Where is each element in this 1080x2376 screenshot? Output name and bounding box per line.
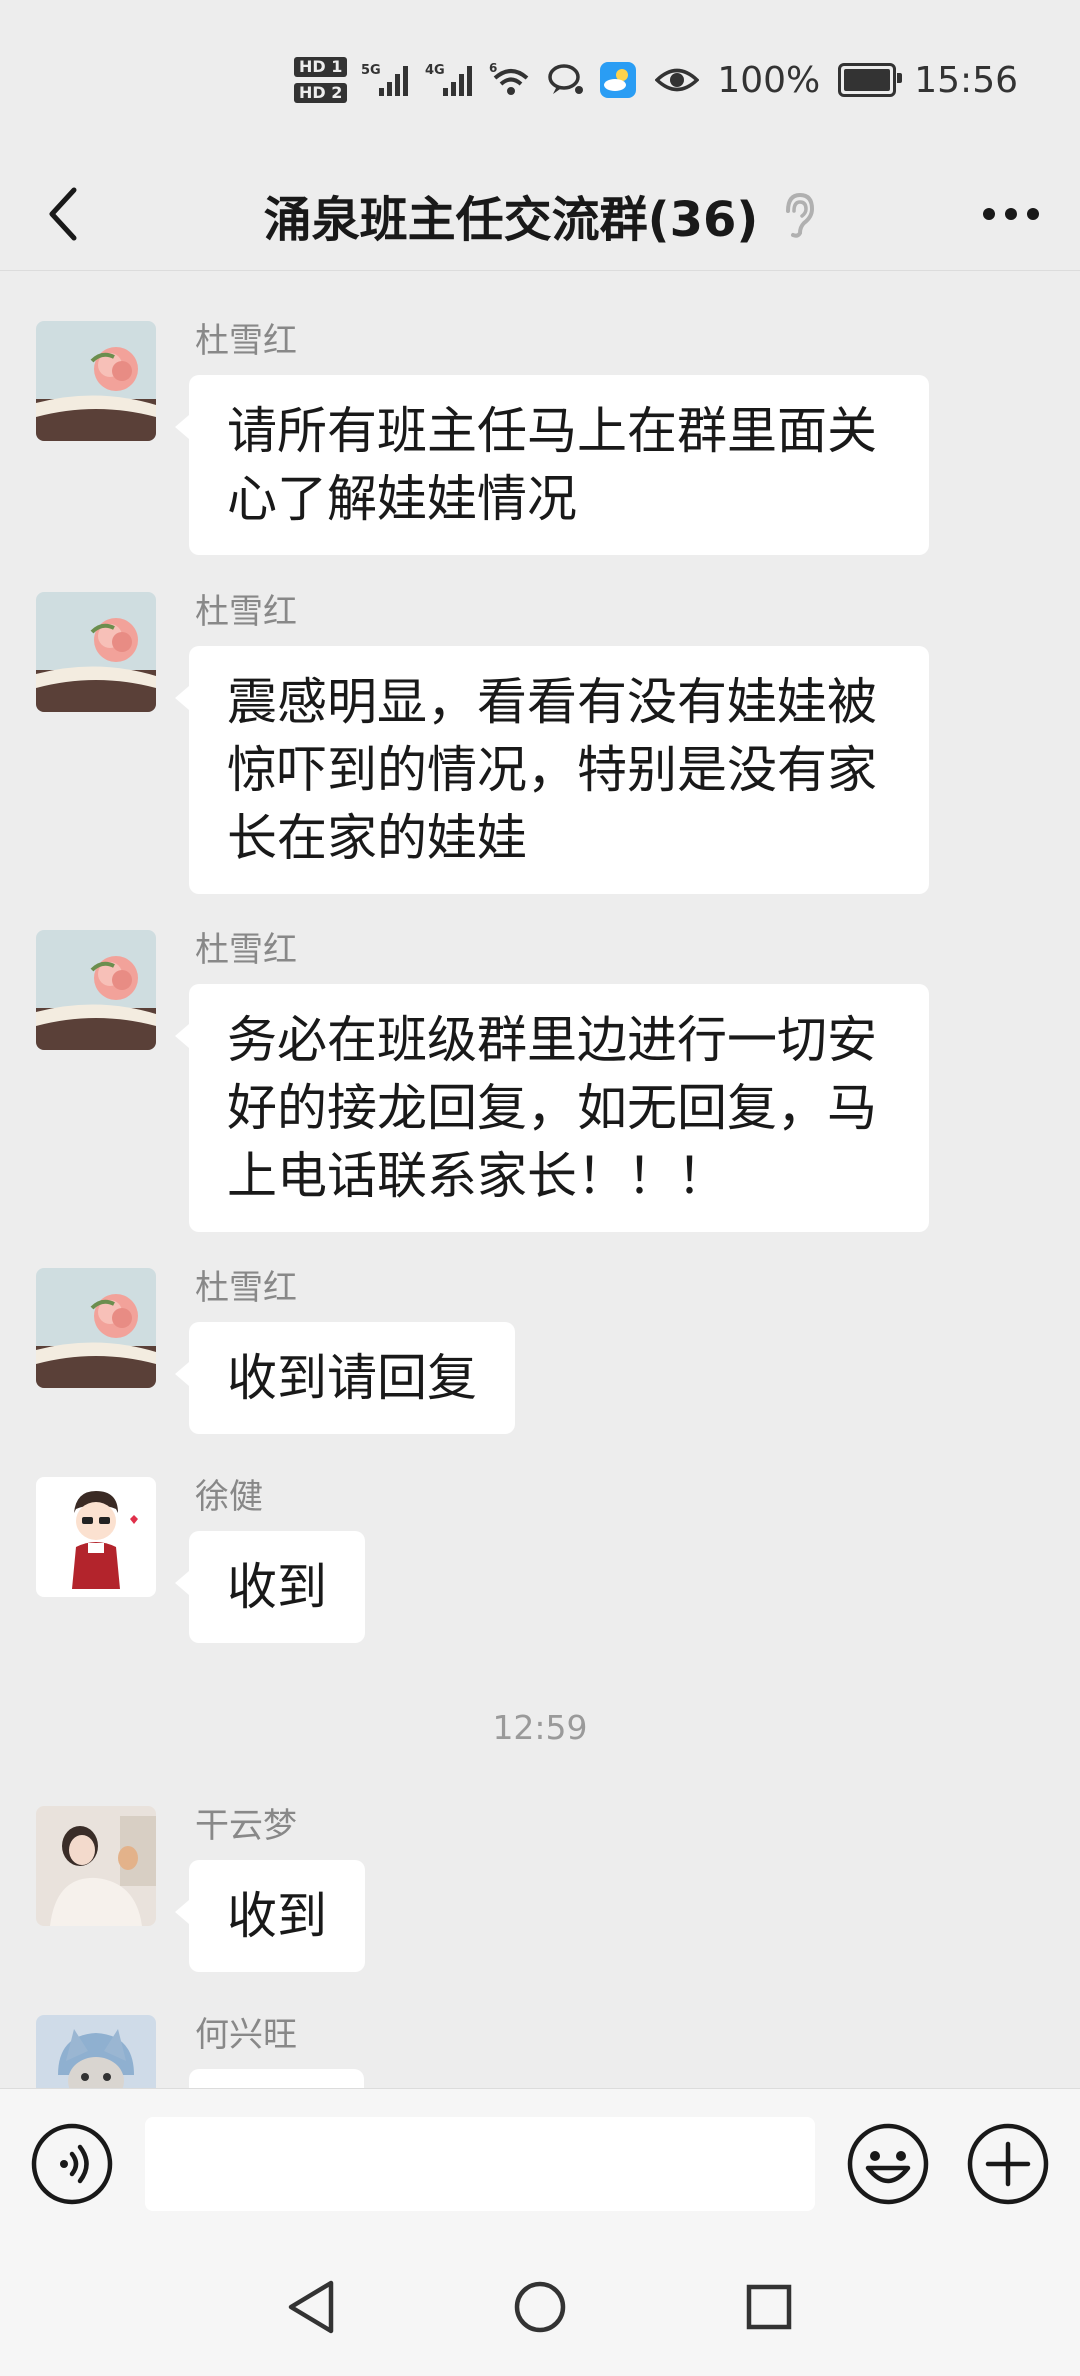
voice-button[interactable] bbox=[30, 2122, 114, 2206]
message-bubble[interactable]: 震感明显，看看有没有娃娃被 惊吓到的情况，特别是没有家 长在家的娃娃 bbox=[175, 646, 929, 894]
ear-icon bbox=[786, 192, 815, 238]
rose-book-avatar[interactable] bbox=[36, 1268, 156, 1388]
message-bubble[interactable]: 请所有班主任马上在群里面关 心了解娃娃情况 bbox=[175, 375, 929, 555]
hd-2-label: HD 2 bbox=[293, 83, 348, 103]
signal-5g-label: 5G bbox=[361, 63, 381, 78]
more-button[interactable] bbox=[966, 178, 1056, 250]
message-input[interactable] bbox=[145, 2117, 815, 2211]
sender-name: 杜雪红 bbox=[195, 1268, 297, 1308]
rose-book-avatar[interactable] bbox=[36, 592, 156, 712]
emoji-button[interactable] bbox=[846, 2122, 930, 2206]
woman-photo-avatar[interactable] bbox=[36, 1806, 156, 1926]
sender-name: 干云梦 bbox=[195, 1806, 297, 1846]
back-arrow-icon bbox=[49, 187, 77, 241]
nav-back-button[interactable] bbox=[271, 2267, 351, 2347]
message-bubble[interactable] bbox=[189, 2069, 364, 2088]
message-bubble[interactable]: 收到请回复 bbox=[175, 1322, 515, 1434]
sender-name: 杜雪红 bbox=[195, 930, 297, 970]
weather-icon bbox=[599, 53, 637, 107]
message-line: 收到请回复 bbox=[227, 1349, 477, 1407]
plus-button[interactable] bbox=[966, 2122, 1050, 2206]
signal-4g-label: 4G bbox=[425, 63, 445, 78]
signal-4g-icon: 4G bbox=[425, 53, 475, 107]
message-line: 长在家的娃娃 bbox=[227, 809, 527, 867]
input-bar bbox=[0, 2088, 1080, 2237]
sender-name: 杜雪红 bbox=[195, 321, 297, 361]
emoji-icon bbox=[847, 2123, 929, 2205]
recents-square-icon bbox=[746, 2284, 792, 2330]
timestamp: 12:59 bbox=[492, 1708, 588, 1747]
status-icons: HD 1 HD 2 5G 4G 6 bbox=[293, 53, 637, 107]
battery-icon bbox=[838, 63, 903, 97]
message-line: 收到 bbox=[227, 1558, 327, 1616]
sender-name: 杜雪红 bbox=[195, 592, 297, 632]
chat-header: 涌泉班主任交流群(36) bbox=[0, 160, 1080, 271]
message-bubble[interactable]: 收到 bbox=[175, 1531, 365, 1643]
battery-fill bbox=[844, 69, 891, 91]
chat-area[interactable]: 杜雪红 请所有班主任马上在群里面关 心了解娃娃情况 杜雪红 震感明显，看看有没有… bbox=[0, 271, 1080, 2088]
message-line: 务必在班级群里边进行一切安 bbox=[227, 1011, 877, 1069]
cartoon-boy-avatar[interactable] bbox=[36, 1477, 156, 1597]
back-button[interactable] bbox=[28, 178, 100, 250]
battery-percent: 100% bbox=[717, 59, 821, 101]
group-title[interactable]: 涌泉班主任交流群(36) bbox=[264, 180, 759, 250]
chat-bubble-icon bbox=[547, 53, 585, 107]
message-line: 收到 bbox=[227, 1887, 327, 1945]
message-line: 心了解娃娃情况 bbox=[227, 470, 577, 528]
title-wrap: 涌泉班主任交流群(36) bbox=[150, 160, 930, 270]
eye-icon bbox=[655, 53, 700, 107]
more-dots-icon bbox=[983, 208, 1039, 220]
home-circle-icon bbox=[514, 2281, 566, 2333]
message-bubble[interactable]: 务必在班级群里边进行一切安 好的接龙回复，如无回复，马 上电话联系家长！！！ bbox=[175, 984, 929, 1232]
back-triangle-icon bbox=[288, 2280, 334, 2334]
signal-5g-icon: 5G bbox=[361, 53, 411, 107]
sender-name: 徐健 bbox=[195, 1477, 263, 1517]
wifi-icon: 6 bbox=[489, 53, 533, 107]
message-line: 好的接龙回复，如无回复，马 bbox=[227, 1079, 877, 1137]
message-line: 请所有班主任马上在群里面关 bbox=[227, 402, 877, 460]
hd-indicator: HD 1 HD 2 bbox=[293, 57, 348, 103]
nav-home-button[interactable] bbox=[500, 2267, 580, 2347]
cat-avatar[interactable] bbox=[36, 2015, 156, 2088]
message-line: 震感明显，看看有没有娃娃被 bbox=[227, 673, 877, 731]
message-line: 惊吓到的情况，特别是没有家 bbox=[227, 741, 877, 799]
sender-name: 何兴旺 bbox=[195, 2015, 297, 2055]
rose-book-avatar[interactable] bbox=[36, 321, 156, 441]
plus-icon bbox=[967, 2123, 1049, 2205]
status-bar: HD 1 HD 2 5G 4G 6 100% 15:56 bbox=[0, 0, 1080, 160]
nav-recents-button[interactable] bbox=[729, 2267, 809, 2347]
wifi-6-label: 6 bbox=[489, 61, 497, 75]
clock: 15:56 bbox=[914, 59, 1018, 101]
message-bubble[interactable]: 收到 bbox=[175, 1860, 365, 1972]
message-line: 上电话联系家长！！！ bbox=[227, 1147, 727, 1205]
status-right: HD 1 HD 2 5G 4G 6 100% 15:56 bbox=[293, 50, 1018, 110]
hd-1-label: HD 1 bbox=[293, 57, 348, 77]
system-nav-bar bbox=[0, 2237, 1080, 2376]
rose-book-avatar[interactable] bbox=[36, 930, 156, 1050]
voice-icon bbox=[31, 2123, 113, 2205]
